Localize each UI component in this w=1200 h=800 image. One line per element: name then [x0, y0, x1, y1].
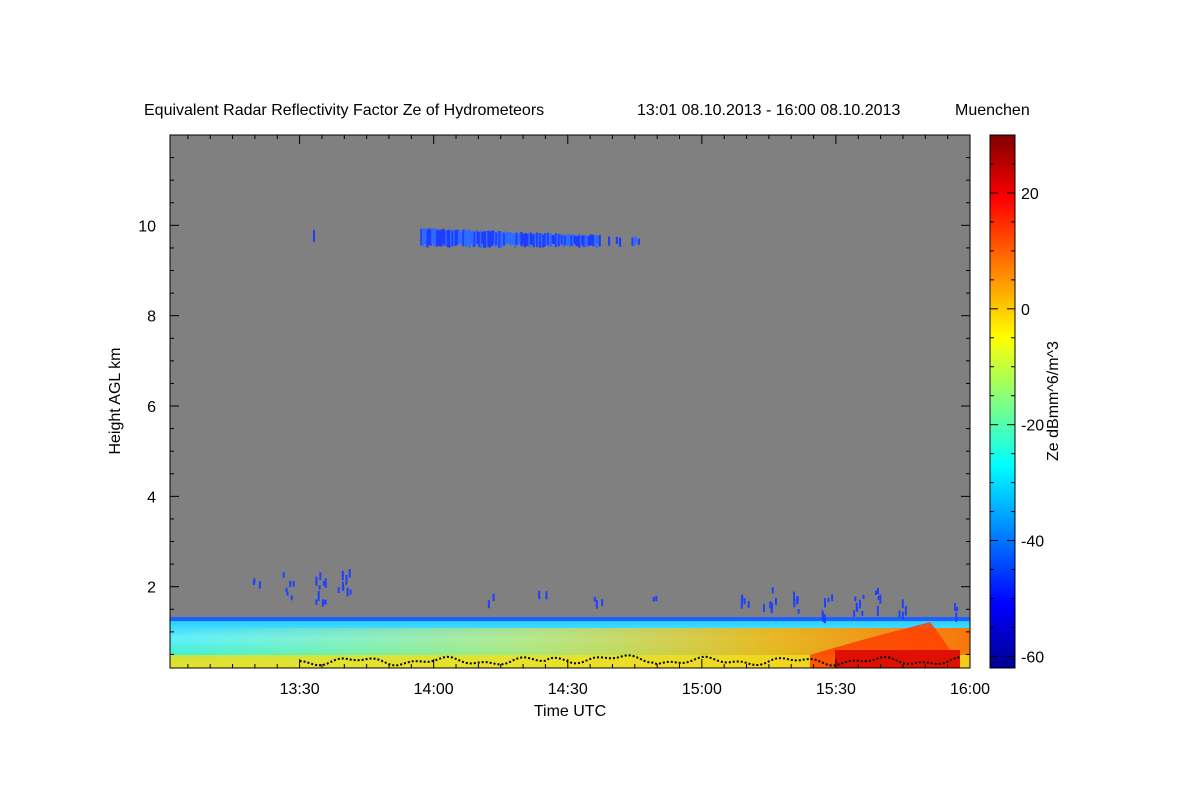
colorbar-tick-label: 0	[1021, 302, 1030, 319]
low-echo-speck	[538, 590, 541, 600]
low-echo-speck	[318, 585, 321, 590]
low-echo-speck	[258, 581, 261, 589]
y-axis-label: Height AGL km	[107, 347, 124, 454]
plot-area	[170, 135, 970, 668]
y-tick-label: 10	[138, 218, 156, 235]
chart-title: Equivalent Radar Reflectivity Factor Ze …	[144, 102, 544, 119]
low-echo-speck	[315, 576, 318, 586]
low-echo-speck	[286, 591, 289, 596]
cirrus-cell	[607, 236, 611, 246]
x-tick-label: 13:30	[280, 681, 320, 698]
colorbar-tick-label: -60	[1021, 649, 1044, 666]
low-echo-speck	[342, 585, 345, 591]
layer-top-edge	[170, 617, 970, 621]
y-tick-label: 2	[147, 580, 156, 597]
low-echo-speck	[771, 587, 774, 594]
low-echo-speck	[593, 596, 596, 602]
low-echo-speck	[827, 597, 830, 603]
low-echo-speck	[858, 599, 861, 609]
low-echo-speck	[252, 580, 255, 585]
low-echo-speck	[822, 612, 825, 622]
low-echo-speck	[324, 578, 327, 589]
low-echo-speck	[348, 569, 351, 578]
y-tick-label: 4	[147, 489, 156, 506]
low-echo-speck	[793, 591, 796, 602]
low-echo-speck	[853, 610, 856, 617]
low-echo-speck	[290, 595, 293, 601]
low-echo-speck	[341, 570, 344, 581]
low-echo-speck	[875, 590, 878, 596]
cirrus-cell	[313, 229, 316, 242]
cirrus-cell	[598, 234, 601, 247]
cirrus-cell	[634, 236, 637, 244]
low-echo-speck	[763, 604, 766, 613]
low-echo-speck	[740, 596, 743, 606]
low-echo-speck	[319, 572, 322, 581]
low-echo-speck	[289, 580, 292, 588]
colorbar-label: Ze dBmm^6/m^3	[1045, 341, 1062, 461]
low-echo-speck	[901, 599, 904, 608]
low-echo-speck	[315, 599, 318, 605]
x-tick-label: 14:00	[414, 681, 454, 698]
low-echo-speck	[862, 594, 865, 599]
low-echo-speck	[317, 590, 320, 601]
chart-time-range: 13:01 08.10.2013 - 16:00 08.10.2013	[637, 102, 900, 119]
low-echo-speck	[595, 599, 598, 609]
low-echo-speck	[743, 598, 746, 605]
low-echo-speck	[901, 611, 904, 620]
cirrus-cell	[637, 238, 640, 245]
x-tick-label: 14:30	[548, 681, 588, 698]
low-echo-speck	[877, 595, 880, 600]
low-echo-speck	[797, 609, 800, 614]
low-echo-speck	[322, 580, 325, 586]
low-echo-speck	[854, 596, 857, 602]
cirrus-cell	[615, 236, 619, 244]
low-echo-speck	[601, 599, 604, 607]
low-echo-speck	[876, 587, 879, 595]
y-tick-label: 8	[147, 309, 156, 326]
low-echo-speck	[652, 596, 655, 602]
low-echo-speck	[824, 598, 827, 608]
low-echo-speck	[879, 594, 882, 604]
x-axis-label: Time UTC	[534, 703, 606, 720]
low-echo-speck	[861, 610, 864, 616]
low-echo-speck	[904, 606, 907, 616]
x-tick-label: 15:00	[682, 681, 722, 698]
radar-reflectivity-chart: Equivalent Radar Reflectivity Factor Ze …	[107, 102, 1062, 720]
low-echo-speck	[770, 602, 773, 612]
low-echo-speck	[345, 574, 348, 585]
low-echo-speck	[796, 596, 799, 605]
colorbar-tick-label: 20	[1021, 186, 1039, 203]
low-echo-speck	[487, 600, 490, 609]
low-echo-speck	[324, 599, 327, 605]
low-echo-speck	[831, 594, 834, 602]
strong-echo-base	[835, 650, 960, 668]
low-echo-speck	[492, 593, 495, 602]
low-echo-speck	[545, 591, 548, 600]
x-tick-label: 16:00	[950, 681, 990, 698]
low-echo-speck	[747, 601, 750, 609]
low-echo-speck	[292, 581, 295, 587]
colorbar-tick-label: -20	[1021, 418, 1044, 435]
low-echo-speck	[346, 587, 349, 597]
low-echo-speck	[956, 606, 959, 612]
colorbar	[989, 134, 1016, 669]
low-echo-speck	[349, 589, 352, 595]
low-echo-speck	[955, 612, 958, 622]
low-echo-speck	[282, 572, 285, 578]
low-echo-speck	[856, 606, 859, 612]
chart-location: Muenchen	[955, 102, 1030, 119]
cirrus-cell	[618, 237, 622, 247]
low-echo-speck	[337, 587, 340, 594]
low-echo-speck	[823, 614, 826, 624]
y-tick-label: 6	[147, 399, 156, 416]
colorbar-tick-label: -40	[1021, 534, 1044, 551]
low-echo-speck	[655, 595, 658, 602]
x-tick-label: 15:30	[816, 681, 856, 698]
low-echo-speck	[774, 597, 777, 605]
low-echo-speck	[898, 610, 901, 618]
low-echo-speck	[321, 599, 324, 607]
low-echo-speck	[953, 602, 956, 612]
low-echo-speck	[876, 605, 879, 616]
